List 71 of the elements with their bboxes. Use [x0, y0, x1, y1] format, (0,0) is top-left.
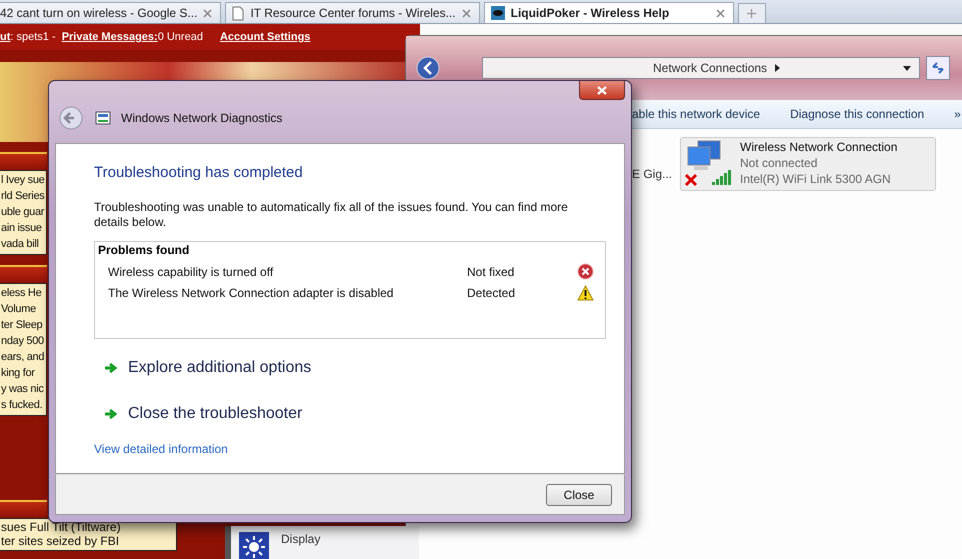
page-icon	[232, 6, 244, 20]
news-link[interactable]: ain issue	[1, 220, 46, 236]
news-link[interactable]: ter sites seized by FBI	[1, 534, 176, 548]
adapter-name[interactable]: E Gig...	[632, 167, 680, 181]
unread-count: 0 Unread	[158, 31, 203, 43]
close-button[interactable]	[579, 81, 625, 100]
news-link[interactable]: Volume	[1, 301, 46, 317]
news-link[interactable]: y was nic	[1, 381, 46, 397]
close-icon	[462, 8, 471, 18]
close-icon	[203, 8, 212, 18]
problem-status: Not fixed	[467, 264, 516, 278]
window-title: Windows Network Diagnostics	[121, 111, 282, 125]
tab-title: LiquidPoker - Wireless Help	[510, 6, 670, 20]
close-icon	[597, 86, 607, 94]
section-header-bar	[0, 152, 47, 170]
close-button[interactable]: Close	[546, 484, 612, 506]
command-button[interactable]: able this network device	[632, 107, 760, 121]
refresh-icon	[931, 61, 945, 75]
address-bar[interactable]: Network Connections	[482, 57, 920, 79]
brightness-icon	[239, 532, 269, 559]
fish-icon	[490, 6, 505, 20]
news-link[interactable]: vada bill	[1, 236, 46, 252]
news-link[interactable]: rld Series	[1, 188, 46, 204]
command-button[interactable]: »	[954, 107, 961, 121]
arrow-icon	[104, 362, 118, 374]
breadcrumb-item[interactable]: Network Connections	[653, 61, 768, 75]
news-link[interactable]: ter Sleep	[1, 317, 46, 333]
arrow-icon	[104, 408, 118, 420]
dropdown-arrow-icon	[903, 66, 911, 70]
problem-text: The Wireless Network Connection adapter is disabled	[108, 286, 394, 300]
tab-title: IT Resource Center forums - Wireles...	[250, 6, 456, 20]
details-link[interactable]: View detailed information	[94, 442, 228, 456]
plus-icon	[747, 9, 756, 18]
network-adapter-icon	[684, 139, 734, 189]
username-text: : spets1 -	[10, 31, 57, 43]
news-link[interactable]: l Ivey sue	[1, 172, 46, 188]
dialog-message: Troubleshooting was unable to automatically fix all of the issues found. You can find more details below.	[94, 200, 569, 230]
news-link[interactable]: ears, and	[1, 349, 46, 365]
back-icon	[416, 56, 440, 80]
refresh-button[interactable]	[926, 56, 950, 80]
browser-tab[interactable]: IT Resource Center forums - Wireles...	[225, 2, 480, 23]
new-tab-button[interactable]	[738, 3, 766, 23]
option-link[interactable]: Explore additional options	[104, 355, 312, 381]
browser-tab[interactable]: LiquidPoker - Wireless Help	[484, 2, 734, 23]
adapter-device: Intel(R) WiFi Link 5300 AGN	[740, 171, 892, 187]
news-link[interactable]: sues Full Tilt (Tiltware)	[1, 520, 176, 534]
tab-title: 42 cant turn on wireless - Google S...	[0, 6, 198, 20]
logout-link[interactable]: ut	[0, 31, 10, 43]
account-settings-link[interactable]: Account Settings	[220, 31, 310, 43]
adapter-name: Wireless Network Connection	[740, 139, 898, 155]
chevron-icon	[775, 64, 780, 72]
news-link[interactable]: king for	[1, 365, 46, 381]
news-link[interactable]: uble guar	[1, 204, 46, 220]
problems-heading: Problems found	[98, 243, 190, 257]
adapter-status: Not connected	[740, 155, 818, 171]
private-messages-link[interactable]: Private Messages:	[62, 31, 158, 43]
news-link[interactable]: nday 500	[1, 333, 46, 349]
problem-status: Detected	[467, 286, 516, 300]
dialog-heading: Troubleshooting has completed	[94, 164, 304, 181]
section-header-bar	[0, 265, 47, 283]
news-link[interactable]: eless He	[1, 285, 46, 301]
section-header-bar	[0, 500, 47, 518]
control-panel-item-label[interactable]: Display	[281, 532, 320, 546]
close-icon	[716, 8, 725, 18]
problem-text: Wireless capability is turned off	[108, 264, 274, 278]
command-button[interactable]: Diagnose this connection	[790, 107, 924, 121]
news-link[interactable]: s fucked.	[1, 397, 46, 413]
network-diagnostics-icon	[95, 111, 111, 125]
browser-tab[interactable]: 42 cant turn on wireless - Google S...	[0, 2, 222, 23]
option-link[interactable]: Close the troubleshooter	[104, 401, 302, 427]
adapter-tile[interactable]: Wireless Network Connection Not connected Intel(R) WiFi Link 5300 AGN	[680, 137, 936, 191]
